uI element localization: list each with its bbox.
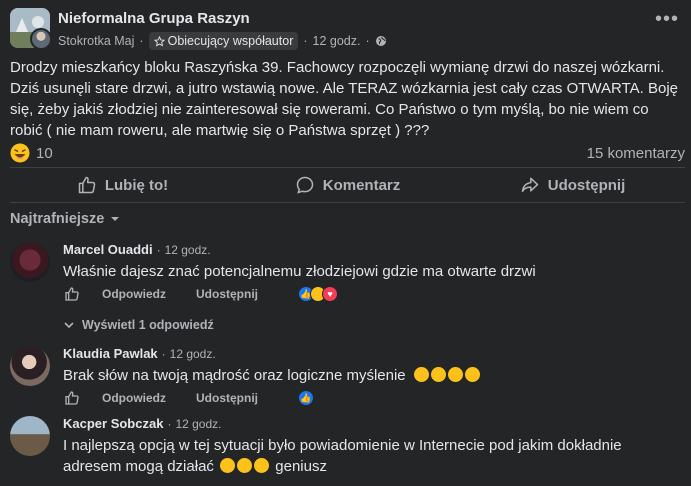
commenter-avatar[interactable] (10, 242, 50, 282)
comment-item: Klaudia Pawlak · 12 godz. Brak słów na t… (10, 346, 482, 386)
author-name[interactable]: Stokrotka Maj (58, 34, 134, 48)
comment-separator: · (156, 242, 161, 257)
star-icon (153, 35, 165, 47)
caret-down-icon (111, 217, 120, 221)
commenter-avatar[interactable] (10, 346, 50, 386)
group-avatar[interactable] (10, 8, 50, 48)
reply-button[interactable]: Odpowiedz (102, 287, 166, 301)
comment-reactions[interactable]: 👍 ♥ (298, 286, 338, 302)
comment-text-line: I najlepszą opcją w tej sytuacji było po… (63, 437, 622, 454)
comment-label: Komentarz (322, 176, 401, 194)
comment-bubble-icon (296, 176, 313, 194)
comment-time[interactable]: 12 godz. (175, 417, 221, 431)
comment-button[interactable]: Komentarz (235, 170, 460, 200)
share-arrow-icon (521, 177, 538, 192)
exploding-head-emoji-icon (413, 367, 482, 384)
comment-count[interactable]: 15 komentarzy (587, 145, 685, 162)
comment-text: I najlepszą opcją w tej sytuacji było po… (63, 435, 622, 477)
meta-separator: · (303, 34, 308, 48)
sort-label: Najtrafniejsze (10, 211, 105, 227)
comment-separator: · (161, 346, 166, 361)
comment-sort-dropdown[interactable]: Najtrafniejsze (10, 211, 120, 227)
love-reaction-icon: ♥ (322, 286, 338, 302)
more-options-icon[interactable]: ••• (655, 8, 679, 31)
divider (10, 202, 685, 203)
comment-separator: · (167, 416, 172, 431)
contributor-badge[interactable]: Obiecujący współautor (148, 32, 299, 50)
share-comment-button[interactable]: Udostępnij (196, 287, 258, 301)
share-button[interactable]: Udostępnij (460, 170, 685, 200)
comment-text-content: Brak słów na twoją mądrość oraz logiczne… (63, 367, 406, 384)
post-time[interactable]: 12 godz. (313, 34, 361, 48)
comment-time[interactable]: 12 godz. (165, 243, 211, 257)
reply-button[interactable]: Odpowiedz (102, 391, 166, 405)
meta-separator: · (139, 34, 144, 48)
share-label: Udostępnij (547, 176, 626, 194)
comment-item: Marcel Ouaddi · 12 godz. Właśnie dajesz … (10, 242, 536, 282)
comment-item: Kacper Sobczak · 12 godz. I najlepszą op… (10, 416, 622, 477)
comment-text-line: adresem mogą działać (63, 458, 214, 475)
group-name[interactable]: Nieformalna Grupa Raszyn (58, 9, 387, 28)
post-header: Nieformalna Grupa Raszyn Stokrotka Maj ·… (10, 8, 387, 50)
commenter-name[interactable]: Marcel Ouaddi (63, 242, 153, 257)
author-avatar[interactable] (30, 28, 50, 48)
comment-time[interactable]: 12 godz. (170, 347, 216, 361)
comment-actions: Odpowiedz Udostępnij 👍 ♥ (64, 286, 338, 302)
commenter-name[interactable]: Kacper Sobczak (63, 416, 163, 431)
comment-text: Brak słów na twoją mądrość oraz logiczne… (63, 365, 482, 386)
comment-reactions[interactable]: 👍 (298, 390, 314, 406)
like-button[interactable]: Lubię to! (10, 170, 235, 200)
comment-like-icon[interactable] (64, 390, 80, 406)
rofl-emoji-icon (220, 458, 275, 475)
divider (10, 167, 685, 168)
comment-text: Właśnie dajesz znać potencjalnemu złodzi… (63, 263, 536, 280)
thumbs-up-icon (78, 176, 96, 194)
comment-text-line: geniusz (275, 458, 327, 475)
view-replies-link[interactable]: Wyświetl 1 odpowiedź (64, 318, 214, 332)
meta-separator: · (365, 34, 370, 48)
comment-like-icon[interactable] (64, 286, 80, 302)
commenter-avatar[interactable] (10, 416, 50, 456)
commenter-name[interactable]: Klaudia Pawlak (63, 346, 158, 361)
laughing-emoji-icon (10, 143, 30, 163)
comment-actions: Odpowiedz Udostępnij 👍 (64, 390, 314, 406)
chevron-down-icon (64, 322, 74, 329)
view-replies-label: Wyświetl 1 odpowiedź (82, 318, 214, 332)
reaction-count: 10 (36, 144, 53, 162)
reaction-summary[interactable]: 10 (10, 143, 53, 163)
globe-icon (375, 36, 386, 46)
post-text: Drodzy mieszkańcy bloku Raszyńska 39. Fa… (10, 59, 679, 139)
like-label: Lubię to! (104, 176, 169, 194)
like-reaction-icon: 👍 (298, 390, 314, 406)
share-comment-button[interactable]: Udostępnij (196, 391, 258, 405)
badge-label: Obiecujący współautor (167, 34, 294, 48)
